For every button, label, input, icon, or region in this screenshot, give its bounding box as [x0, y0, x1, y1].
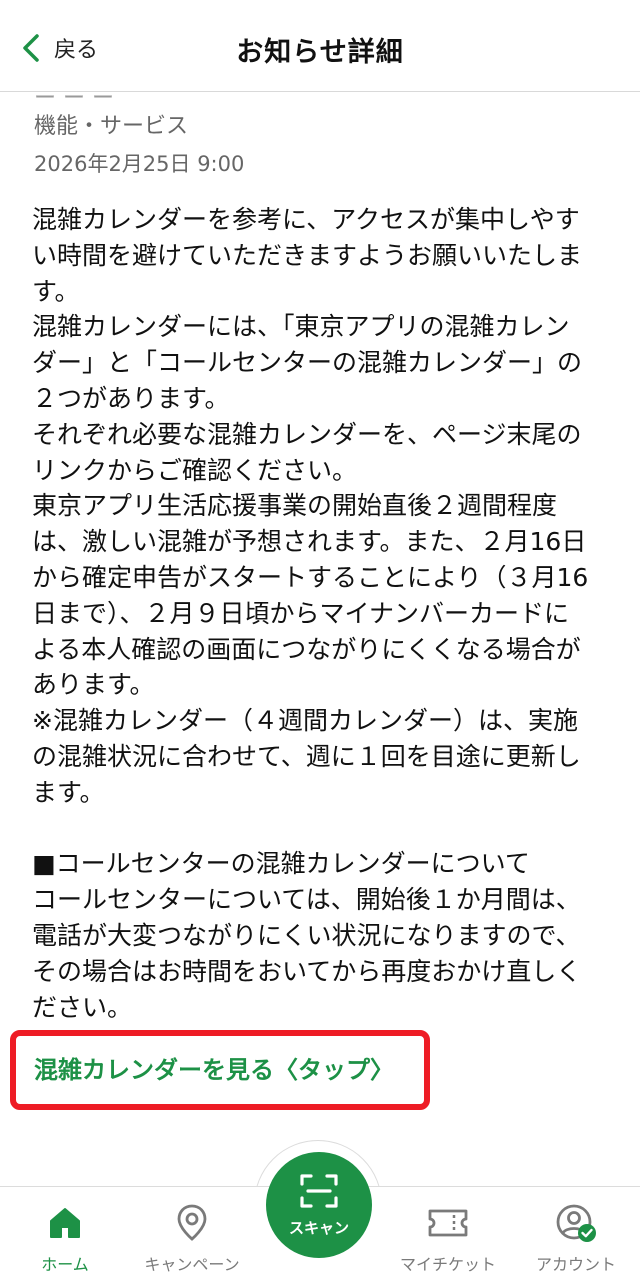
- body-line: の混雑状況に合わせて、週に１回を目途に更新し: [32, 741, 581, 771]
- page-title: お知らせ詳細: [236, 37, 404, 68]
- tab-home[interactable]: ホーム: [0, 1201, 130, 1275]
- ticket-icon: [383, 1201, 513, 1245]
- body-line: す。: [32, 276, 80, 306]
- tab-account[interactable]: アカウント: [511, 1201, 640, 1275]
- callcenter-line: 電話が大変つながりにくい状況になりますので、: [32, 920, 581, 950]
- body-line: ２つがあります。: [32, 383, 230, 413]
- body-line: は、激しい混雑が予想されます。また、２月16日: [32, 527, 587, 557]
- body-line: ダー」と「コールセンターの混雑カレンダー」の: [32, 348, 583, 378]
- body-line: よる本人確認の画面につながりにくくなる場合が: [32, 634, 581, 664]
- tab-campaign[interactable]: キャンペーン: [127, 1201, 257, 1275]
- scan-icon: [299, 1173, 339, 1213]
- body-line: 混雑カレンダーを参考に、アクセスが集中しやす: [32, 205, 580, 234]
- tab-account-label: アカウント: [535, 1255, 616, 1274]
- tab-home-label: ホーム: [41, 1255, 89, 1274]
- tab-my-ticket-label: マイチケット: [399, 1255, 496, 1274]
- account-icon: [511, 1201, 640, 1245]
- scan-label: スキャン: [288, 1218, 349, 1237]
- body-line: い時間を避けていただきますようお願いいたしま: [32, 240, 583, 270]
- callcenter-line: ■コールセンターの混雑カレンダーについて: [32, 849, 530, 879]
- callcenter-line: コールセンターについては、開始後１か月間は、: [32, 885, 581, 915]
- calendar-link[interactable]: 混雑カレンダーを見る〈タップ〉: [34, 1050, 394, 1085]
- body-line: ※混雑カレンダー（４週間カレンダー）は、実施: [32, 706, 578, 736]
- home-icon: [0, 1201, 130, 1245]
- body-line: 日まで）、２月９日頃からマイナンバーカードに: [32, 598, 570, 628]
- body-line: から確定申告がスタートすることにより（３月16: [32, 562, 589, 592]
- callcenter-line: ださい。: [32, 992, 133, 1022]
- map-pin-icon: [127, 1201, 257, 1245]
- body-line: リンクからご確認ください。: [32, 455, 358, 485]
- article-content[interactable]: ー ー ー 機能・サービス 2026年2月25日 9:00 混雑カレンダーを参考…: [0, 92, 640, 1186]
- body-line: ます。: [32, 777, 105, 807]
- body-line: 東京アプリ生活応援事業の開始直後２週間程度: [32, 491, 558, 521]
- article-category: 機能・サービス: [34, 114, 189, 139]
- tab-my-ticket[interactable]: マイチケット: [383, 1201, 513, 1275]
- tab-campaign-label: キャンペーン: [144, 1255, 240, 1274]
- body-line: あります。: [32, 670, 155, 700]
- callcenter-line: その場合はお時間をおいてから再度おかけ直しく: [32, 956, 582, 986]
- article-date: 2026年2月25日 9:00: [34, 152, 245, 176]
- body-line: それぞれ必要な混雑カレンダーを、ページ末尾の: [32, 419, 582, 449]
- article-body: 混雑カレンダーを参考に、アクセスが集中しやす い時間を避けていただきますようお願…: [32, 202, 612, 1025]
- header-bar: 戻る お知らせ詳細: [0, 0, 640, 92]
- body-line: 混雑カレンダーには、「東京アプリの混雑カレン: [32, 312, 570, 342]
- scan-button[interactable]: スキャン: [266, 1152, 372, 1258]
